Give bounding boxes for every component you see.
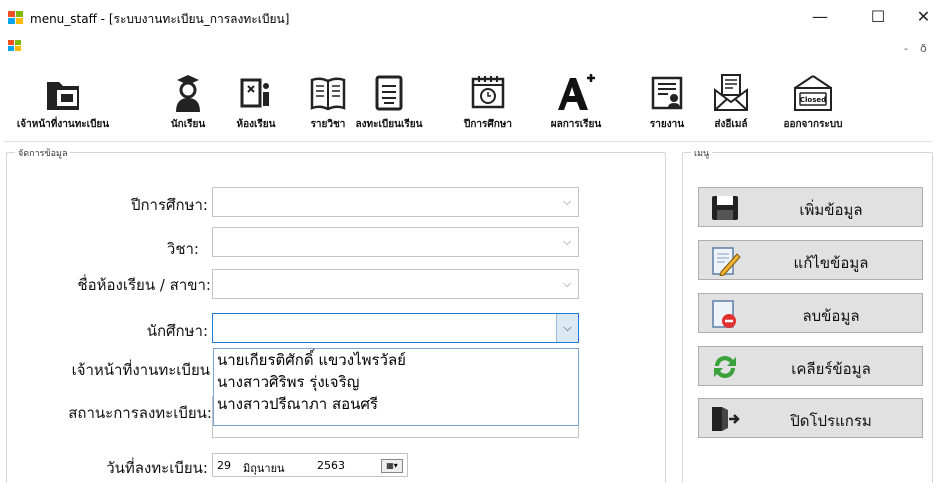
reg-date-label: วันที่ลงทะเบียน: <box>106 459 208 477</box>
toolbar-logout[interactable]: Closed ออกจากระบบ <box>774 72 852 132</box>
toolbar-classroom[interactable]: ห้องเรียน <box>228 72 284 132</box>
staff-label: เจ้าหน้าที่งานทะเบียน <box>71 361 210 379</box>
toolbar-label: เจ้าหน้าที่งานทะเบียน <box>16 119 110 130</box>
subject-label: วิชา: <box>166 240 199 258</box>
toolbar-report[interactable]: รายงาน <box>642 72 692 132</box>
close-program-button[interactable]: ปิดโปรแกรม <box>698 398 923 438</box>
date-month: มิถุนายน <box>243 462 285 475</box>
main-toolbar: เจ้าหน้าที่งานทะเบียน นักเรียน ห้องเรียน… <box>0 62 937 140</box>
add-button-label: เพิ่มข้อมูล <box>799 201 863 219</box>
title-bar: menu_staff - [ระบบงานทะเบียน_การลงทะเบีย… <box>0 0 937 34</box>
toolbar-grades[interactable]: ผลการเรียน <box>538 72 614 132</box>
report-icon <box>651 76 683 110</box>
close-program-button-label: ปิดโปรแกรม <box>790 412 872 430</box>
toolbar-email[interactable]: ส่งอีเมล์ <box>706 72 756 132</box>
toolbar-label: ผลการเรียน <box>550 119 602 130</box>
email-icon <box>714 74 748 111</box>
toolbar-label: ออกจากระบบ <box>783 119 843 130</box>
chevron-down-icon[interactable]: ⌵ <box>556 228 578 256</box>
student-dropdown-list: นายเกียรติศักดิ์ แขวงไพรวัลย์ นางสาวศิริ… <box>213 348 579 426</box>
clear-button[interactable]: เคลียร์ข้อมูล <box>698 346 923 386</box>
clear-button-label: เคลียร์ข้อมูล <box>791 360 871 378</box>
minimize-button[interactable]: — <box>802 4 838 30</box>
closed-sign-text: Closed <box>800 96 826 104</box>
date-day: 29 <box>217 459 231 472</box>
mdi-restore-button[interactable]: ð <box>920 42 927 55</box>
edit-button[interactable]: แก้ไขข้อมูล <box>698 240 923 280</box>
reg-date-picker[interactable]: 29 มิถุนายน 2563 ▦▾ <box>212 453 408 477</box>
toolbar-label: นักเรียน <box>170 119 206 130</box>
calendar-clock-icon <box>471 76 505 109</box>
mdi-child-icon <box>8 40 22 52</box>
dropdown-option[interactable]: นายเกียรติศักดิ์ แขวงไพรวัลย์ <box>214 349 578 371</box>
toolbar-label: รายงาน <box>649 119 685 130</box>
date-year: 2563 <box>317 459 345 472</box>
window-title: menu_staff - [ระบบงานทะเบียน_การลงทะเบีย… <box>30 12 290 26</box>
toolbar-staff[interactable]: เจ้าหน้าที่งานทะเบียน <box>4 72 122 132</box>
toolbar-label: ปีการศึกษา <box>464 119 512 130</box>
mdi-minimize-button[interactable]: - <box>904 42 908 55</box>
register-list-icon <box>375 75 403 111</box>
classroom-combo[interactable]: ⌵ <box>212 269 579 299</box>
closed-sign-icon: Closed <box>794 75 832 111</box>
exit-door-icon <box>712 407 740 431</box>
chevron-down-icon[interactable]: ⌵ <box>556 188 578 216</box>
chevron-down-icon[interactable]: ⌵ <box>556 270 578 298</box>
academic-year-label: ปีการศึกษา: <box>130 196 208 214</box>
toolbar-divider <box>4 141 933 142</box>
grade-a-plus-icon <box>558 74 595 110</box>
toolbar-register[interactable]: ลงทะเบียนเรียน <box>338 72 440 132</box>
folder-icon <box>47 82 79 110</box>
close-button[interactable]: ✕ <box>910 4 937 30</box>
classroom-icon <box>240 78 269 108</box>
toolbar-label: ส่งอีเมล์ <box>714 119 748 130</box>
save-icon <box>712 196 738 220</box>
student-combo[interactable]: ⌵ <box>212 313 579 343</box>
classroom-label: ชื่อห้องเรียน / สาขา: <box>77 276 211 294</box>
maximize-button[interactable]: ☐ <box>860 4 896 30</box>
refresh-icon <box>714 356 736 378</box>
student-label: นักศึกษา: <box>146 322 208 340</box>
dropdown-option[interactable]: นางสาวศิริพร รุ่งเจริญ <box>214 371 578 393</box>
app-icon <box>8 11 24 25</box>
toolbar-student[interactable]: นักเรียน <box>164 72 212 132</box>
toolbar-label: ห้องเรียน <box>236 119 276 130</box>
add-button[interactable]: เพิ่มข้อมูล <box>698 187 923 227</box>
edit-button-label: แก้ไขข้อมูล <box>793 254 869 272</box>
subject-combo[interactable]: ⌵ <box>212 227 579 257</box>
delete-button[interactable]: ลบข้อมูล <box>698 293 923 333</box>
toolbar-label: ลงทะเบียนเรียน <box>355 119 423 130</box>
chevron-down-icon[interactable]: ⌵ <box>556 314 578 342</box>
toolbar-academic-year[interactable]: ปีการศึกษา <box>448 72 528 132</box>
group-title: เมนู <box>691 146 713 160</box>
dropdown-option[interactable]: นางสาวปรีณาภา สอนศรี <box>214 393 578 415</box>
edit-icon <box>712 247 741 276</box>
graduate-icon <box>176 75 200 112</box>
delete-icon <box>712 300 736 328</box>
calendar-icon[interactable]: ▦▾ <box>381 459 403 473</box>
academic-year-combo[interactable]: ⌵ <box>212 187 579 217</box>
delete-button-label: ลบข้อมูล <box>802 307 860 325</box>
group-title: จัดการข้อมูล <box>15 146 71 160</box>
status-label: สถานะการลงทะเบียน: <box>68 404 212 422</box>
